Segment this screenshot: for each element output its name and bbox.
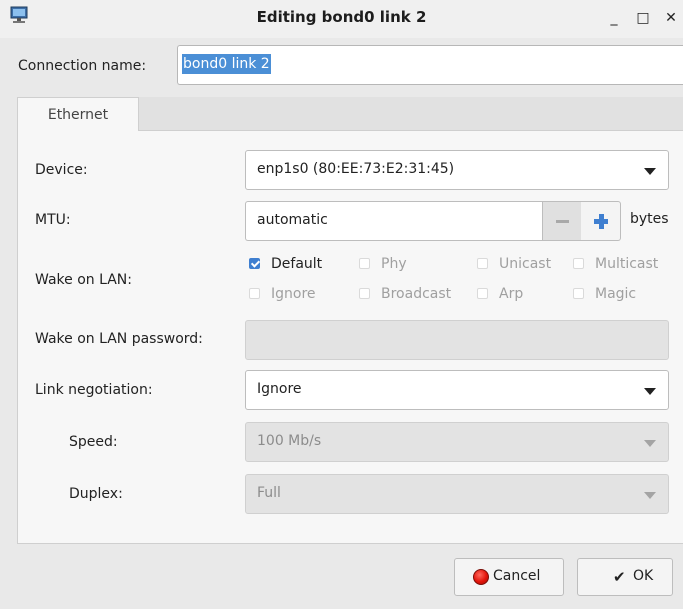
wol-magic-label: Magic <box>595 286 637 302</box>
checkmark-icon: ✔ <box>613 568 626 586</box>
device-label: Device: <box>35 162 88 178</box>
speed-label: Speed: <box>69 434 118 450</box>
connection-name-label: Connection name: <box>18 58 147 74</box>
wol-default-label: Default <box>271 256 323 272</box>
device-select[interactable]: enp1s0 (80:EE:73:E2:31:45) <box>245 150 669 190</box>
tab-ethernet[interactable]: Ethernet <box>17 97 139 131</box>
chevron-down-icon <box>644 440 656 447</box>
duplex-select[interactable]: Full <box>245 474 669 514</box>
wake-on-lan-label: Wake on LAN: <box>35 272 132 288</box>
cancel-button[interactable]: Cancel <box>454 558 564 596</box>
close-button[interactable]: ✕ <box>659 5 683 31</box>
wol-password-label: Wake on LAN password: <box>35 331 203 347</box>
mtu-increment-button[interactable] <box>581 201 621 241</box>
chevron-down-icon <box>644 492 656 499</box>
connection-name-input[interactable]: bond0 link 2 <box>177 45 683 85</box>
maximize-button[interactable]: □ <box>631 5 655 31</box>
mtu-decrement-button[interactable] <box>542 201 582 241</box>
ok-button[interactable]: ✔ OK <box>577 558 673 596</box>
stop-icon <box>473 569 489 585</box>
title-bar: Editing bond0 link 2 _ □ ✕ <box>0 0 683 38</box>
checkbox-icon <box>249 288 260 299</box>
wol-broadcast-label: Broadcast <box>381 286 452 302</box>
wol-ignore-label: Ignore <box>271 286 316 302</box>
speed-value: 100 Mb/s <box>257 433 322 449</box>
cancel-label: Cancel <box>493 568 541 584</box>
mtu-unit-label: bytes <box>630 211 669 227</box>
speed-select[interactable]: 100 Mb/s <box>245 422 669 462</box>
mtu-label: MTU: <box>35 212 71 228</box>
wol-arp-label: Arp <box>499 286 524 302</box>
connection-name-value: bond0 link 2 <box>182 54 271 74</box>
wol-phy-label: Phy <box>381 256 407 272</box>
device-value: enp1s0 (80:EE:73:E2:31:45) <box>257 161 455 177</box>
link-negotiation-label: Link negotiation: <box>35 382 153 398</box>
minimize-button[interactable]: _ <box>602 5 626 31</box>
wol-unicast-label: Unicast <box>499 256 552 272</box>
checkbox-icon <box>359 288 370 299</box>
tab-bar <box>138 97 683 131</box>
mtu-value: automatic <box>257 212 328 228</box>
duplex-value: Full <box>257 485 281 501</box>
checkbox-icon <box>477 288 488 299</box>
ok-label: OK <box>633 568 654 584</box>
window-title: Editing bond0 link 2 <box>256 8 427 26</box>
mtu-input[interactable]: automatic <box>245 201 542 241</box>
checkbox-icon <box>359 258 370 269</box>
checkbox-checked-icon <box>249 258 260 269</box>
chevron-down-icon <box>644 388 656 395</box>
chevron-down-icon <box>644 168 656 175</box>
wol-multicast-label: Multicast <box>595 256 659 272</box>
wol-password-input[interactable] <box>245 320 669 360</box>
checkbox-icon <box>573 258 584 269</box>
checkbox-icon <box>477 258 488 269</box>
link-negotiation-value: Ignore <box>257 381 302 397</box>
checkbox-icon <box>573 288 584 299</box>
link-negotiation-select[interactable]: Ignore <box>245 370 669 410</box>
duplex-label: Duplex: <box>69 486 123 502</box>
